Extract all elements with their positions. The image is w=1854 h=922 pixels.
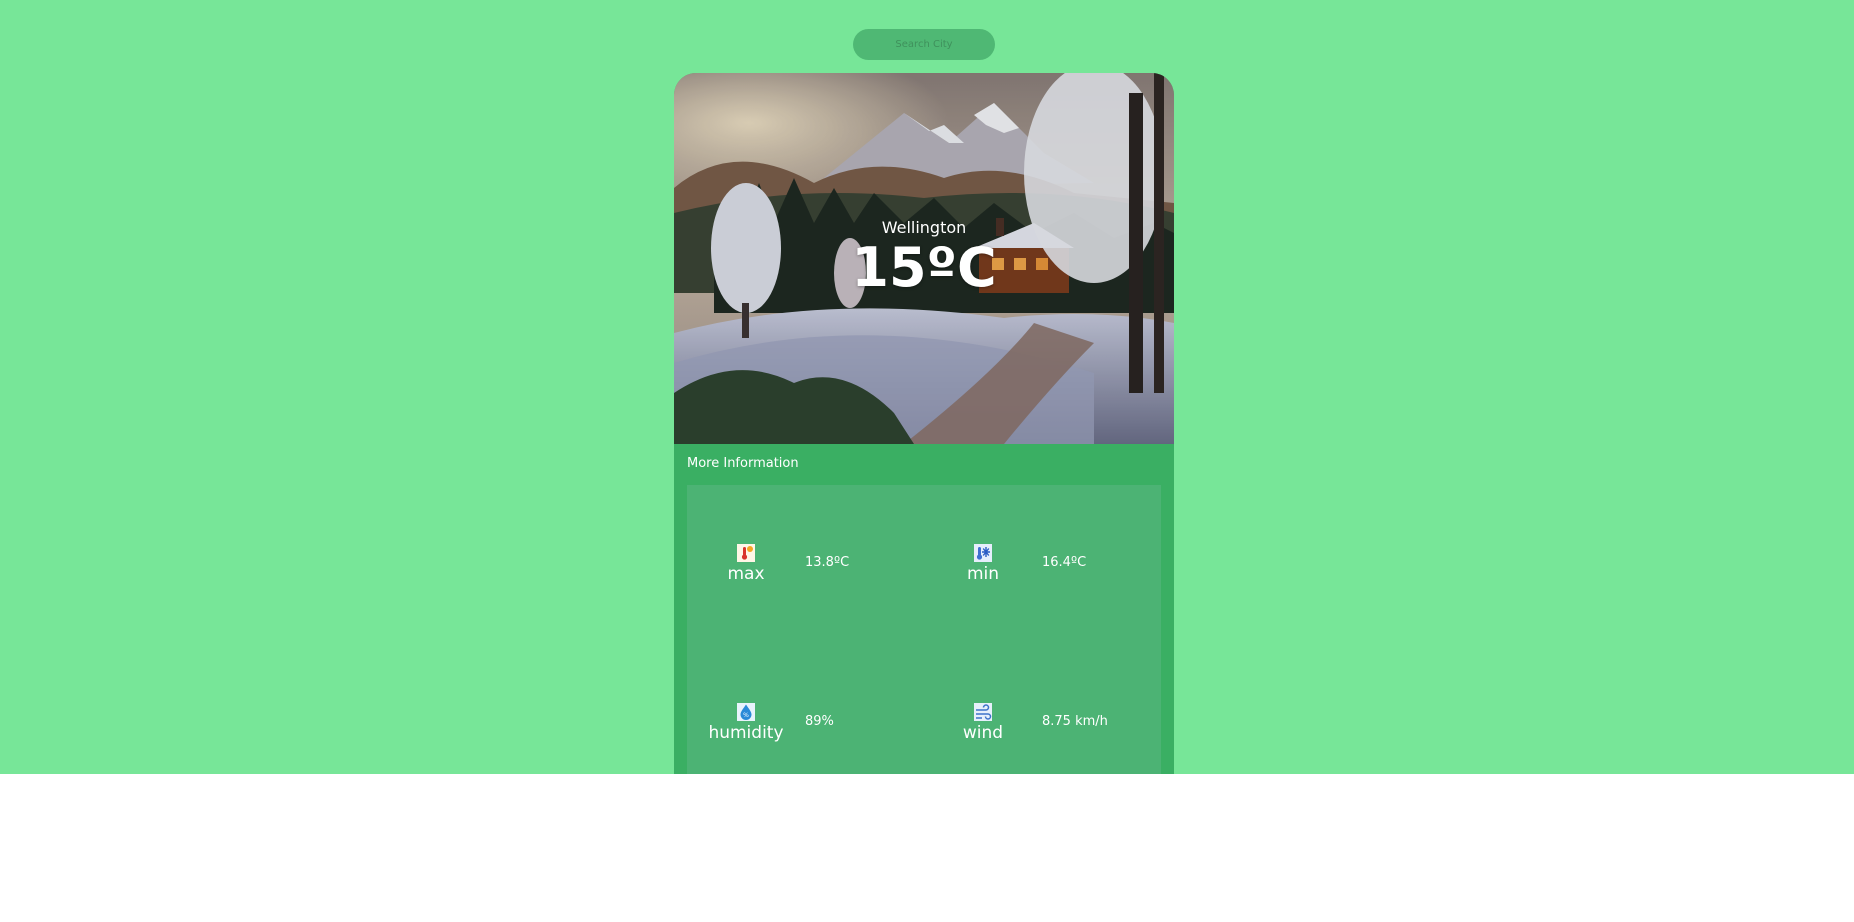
metric-max-label: max [727,564,765,584]
metric-wind-value: 8.75 km/h [1042,714,1108,729]
metric-max-value: 13.8ºC [805,555,850,570]
weather-card: Wellington 15ºC More Information max 13.… [674,73,1174,774]
metric-min: min 16.4ºC [924,544,1144,594]
wind-icon [974,703,992,721]
humidity-drop-icon: % [737,703,755,721]
metric-min-label: min [966,564,1000,584]
city-name: Wellington [881,218,967,237]
metric-humidity: % humidity 89% [687,703,907,753]
metric-humidity-value: 89% [805,714,834,729]
more-information-panel: max 13.8ºC min 16.4ºC % humidity 89% win… [687,485,1161,774]
metric-wind-label: wind [962,723,1004,743]
weather-hero-image: Wellington 15ºC [674,73,1174,444]
current-temperature: 15ºC [851,236,997,299]
metric-min-value: 16.4ºC [1042,555,1087,570]
svg-text:%: % [743,712,749,719]
weather-summary: Wellington 15ºC [674,218,1174,296]
metric-wind: wind 8.75 km/h [924,703,1144,753]
thermometer-cold-icon [974,544,992,562]
thermometer-hot-icon [737,544,755,562]
more-information-title: More Information [687,456,799,471]
page-background: Wellington 15ºC More Information max 13.… [0,0,1854,774]
search-city-input[interactable] [853,29,995,60]
metric-max: max 13.8ºC [687,544,907,594]
metric-humidity-label: humidity [708,723,784,743]
